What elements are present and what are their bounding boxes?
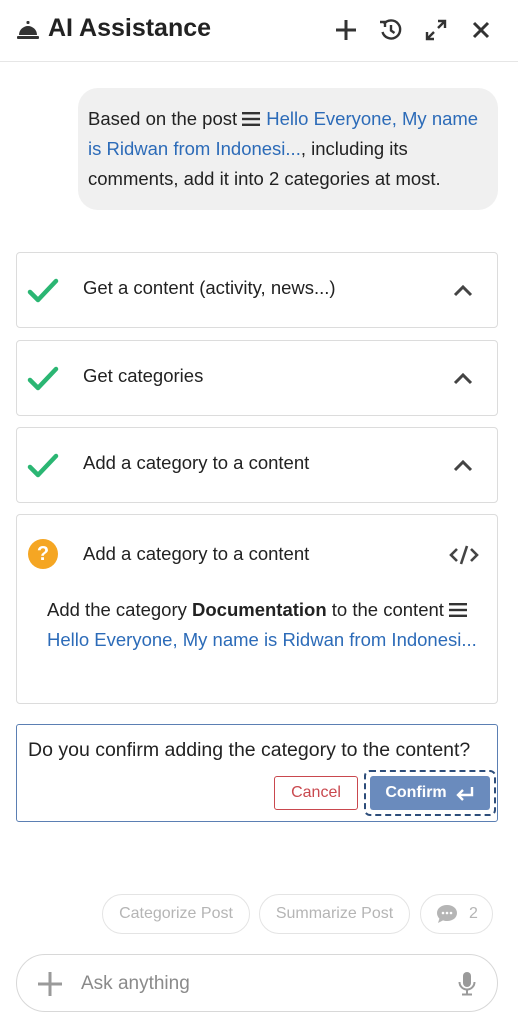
cancel-button[interactable]: Cancel [274, 776, 358, 810]
confirm-button[interactable]: Confirm [370, 776, 490, 810]
new-chat-button[interactable] [332, 16, 360, 44]
post-list-icon [242, 112, 261, 126]
comments-count: 2 [469, 905, 478, 922]
check-icon [27, 277, 59, 305]
step-card: Get categories [16, 340, 498, 416]
chip-label: Categorize Post [119, 905, 233, 922]
history-icon [380, 19, 402, 40]
post-link[interactable]: Hello Everyone, My name is Ridwan from I… [47, 629, 477, 650]
confirm-label: Confirm [385, 784, 447, 801]
close-icon [472, 21, 490, 39]
chevron-up-icon[interactable] [451, 454, 475, 478]
question-icon: ? [28, 539, 58, 569]
message-text-prefix: Based on the post [88, 108, 243, 129]
confirmation-question: Do you confirm adding the category to th… [28, 739, 471, 761]
category-name: Documentation [192, 599, 327, 620]
ask-input[interactable] [81, 969, 441, 999]
user-message-bubble: Based on the post Hello Everyone, My nam… [78, 88, 498, 210]
step-description: Add the category Documentation to the co… [47, 595, 487, 655]
step-card: Add a category to a content [16, 427, 498, 503]
comment-icon [437, 905, 458, 923]
expand-icon [425, 19, 447, 41]
chevron-up-icon[interactable] [451, 279, 475, 303]
desc-middle: to the content [326, 599, 450, 620]
header: AI Assistance [0, 0, 518, 62]
suggestion-chip[interactable]: Categorize Post [102, 894, 250, 934]
check-icon [27, 452, 59, 480]
panel-title: AI Assistance [48, 14, 212, 42]
chevron-up-icon[interactable] [451, 367, 475, 391]
check-icon [27, 365, 59, 393]
concierge-bell-icon [16, 18, 40, 42]
chip-label: Summarize Post [275, 905, 394, 922]
composer [16, 954, 498, 1012]
step-label: Add a category to a content [83, 452, 310, 473]
pending-step-card: ? Add a category to a content Add the ca… [16, 514, 498, 704]
plus-icon [336, 20, 356, 40]
comments-chip[interactable]: 2 [420, 894, 493, 934]
post-list-icon [449, 603, 468, 617]
microphone-icon[interactable] [457, 971, 477, 997]
step-card: Get a content (activity, news...) [16, 252, 498, 328]
confirmation-box: Do you confirm adding the category to th… [16, 724, 498, 822]
expand-button[interactable] [422, 16, 450, 44]
desc-prefix: Add the category [47, 599, 193, 620]
step-label: Get categories [83, 365, 204, 386]
code-icon[interactable] [449, 543, 479, 567]
step-label: Add a category to a content [83, 543, 310, 564]
attach-plus-icon[interactable] [37, 971, 63, 997]
enter-key-icon [455, 787, 473, 801]
close-button[interactable] [467, 16, 495, 44]
history-button[interactable] [377, 16, 405, 44]
step-label: Get a content (activity, news...) [83, 277, 336, 298]
suggestion-chip[interactable]: Summarize Post [259, 894, 410, 934]
